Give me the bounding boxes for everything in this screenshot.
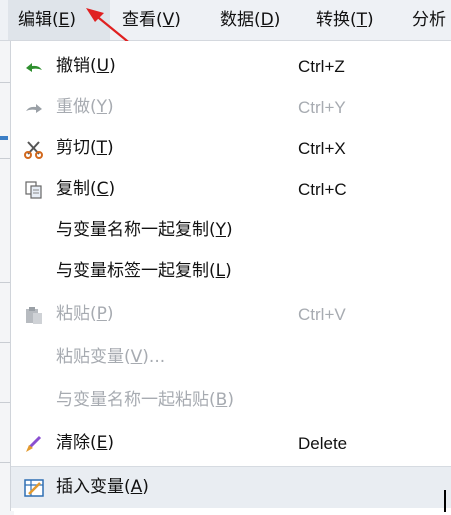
- mnemonic-close: ): [367, 10, 374, 30]
- mnemonic-close: ): [174, 10, 181, 30]
- menu-item-shortcut: Ctrl+X: [298, 139, 346, 158]
- background-line: [0, 462, 10, 463]
- menu-edit-label: 编辑: [18, 10, 52, 30]
- menu-item-label: 粘贴变量(V)...: [56, 347, 166, 367]
- mnemonic-close: ): [273, 10, 281, 30]
- menu-item-label: 清除(E): [56, 433, 115, 453]
- menu-item-copy-with-variable-names[interactable]: 与变量名称一起复制(Y): [11, 210, 451, 251]
- mnemonic-open: (: [52, 10, 59, 30]
- copy-icon: [25, 181, 42, 199]
- edit-dropdown-menu: 撤销(U) Ctrl+Z 重做(Y) Ctrl+Y 剪切(T) Ctrl+X 复…: [10, 41, 451, 511]
- menu-item-cut[interactable]: 剪切(T) Ctrl+X: [11, 128, 451, 169]
- mnemonic: T: [356, 10, 368, 30]
- background-line: [0, 82, 10, 83]
- menu-bar: 编辑(E) 查看(V) 数据(D) 转换(T) 分析: [0, 0, 451, 41]
- mnemonic-open: (: [350, 10, 357, 30]
- eraser-icon: [26, 435, 42, 452]
- menu-item-clear[interactable]: 清除(E) Delete: [11, 423, 451, 464]
- mnemonic: E: [58, 10, 70, 30]
- text-cursor: [444, 490, 446, 512]
- menu-item-label: 剪切(T): [56, 138, 114, 158]
- menu-item-paste-with-variable-names[interactable]: 与变量名称一起粘贴(B): [11, 380, 451, 421]
- paste-icon: [26, 307, 42, 324]
- redo-icon: [26, 104, 42, 113]
- background-line: [0, 402, 10, 403]
- menu-item-paste-variables[interactable]: 粘贴变量(V)...: [11, 337, 451, 378]
- menu-item-shortcut: Ctrl+Y: [298, 98, 346, 117]
- scissors-icon: [24, 141, 43, 159]
- menu-data-label: 数据: [220, 10, 254, 30]
- menu-item-label: 撤销(U): [56, 56, 116, 76]
- menu-item-label: 插入变量(A): [56, 477, 149, 497]
- menu-item-undo[interactable]: 撤销(U) Ctrl+Z: [11, 46, 451, 87]
- menu-transform[interactable]: 转换(T): [316, 0, 374, 40]
- menu-item-label: 与变量名称一起复制(Y): [56, 220, 233, 240]
- menu-item-label: 复制(C): [56, 179, 116, 199]
- background-line: [0, 282, 10, 283]
- background-line: [0, 342, 10, 343]
- mnemonic-open: (: [254, 10, 261, 30]
- menu-item-shortcut: Ctrl+Z: [298, 57, 345, 76]
- menu-data[interactable]: 数据(D): [220, 0, 280, 40]
- menu-item-label: 与变量名称一起粘贴(B): [56, 390, 234, 410]
- menu-item-shortcut: Delete: [298, 434, 348, 453]
- menu-analyze[interactable]: 分析: [412, 0, 451, 40]
- mnemonic: V: [162, 10, 175, 30]
- background-selection-mark: [0, 136, 8, 140]
- mnemonic: D: [260, 10, 274, 30]
- menu-item-label: 与变量标签一起复制(L): [56, 261, 232, 281]
- background-line: [0, 158, 10, 159]
- menu-item-redo[interactable]: 重做(Y) Ctrl+Y: [11, 87, 451, 128]
- menu-item-paste[interactable]: 粘贴(P) Ctrl+V: [11, 294, 451, 335]
- menu-analyze-label: 分析: [412, 10, 446, 30]
- menu-item-shortcut: Ctrl+C: [298, 180, 347, 199]
- undo-icon: [26, 63, 42, 72]
- mnemonic-close: ): [69, 10, 77, 30]
- menu-transform-label: 转换: [316, 10, 350, 30]
- menu-item-label: 粘贴(P): [56, 304, 114, 324]
- menu-item-label: 重做(Y): [56, 97, 114, 117]
- menu-item-copy-with-variable-labels[interactable]: 与变量标签一起复制(L): [11, 251, 451, 292]
- menu-item-insert-variable[interactable]: 插入变量(A): [11, 466, 451, 508]
- menu-item-shortcut: Ctrl+V: [298, 305, 346, 324]
- menu-item-copy[interactable]: 复制(C) Ctrl+C: [11, 169, 451, 210]
- insert-variable-icon: [24, 479, 44, 497]
